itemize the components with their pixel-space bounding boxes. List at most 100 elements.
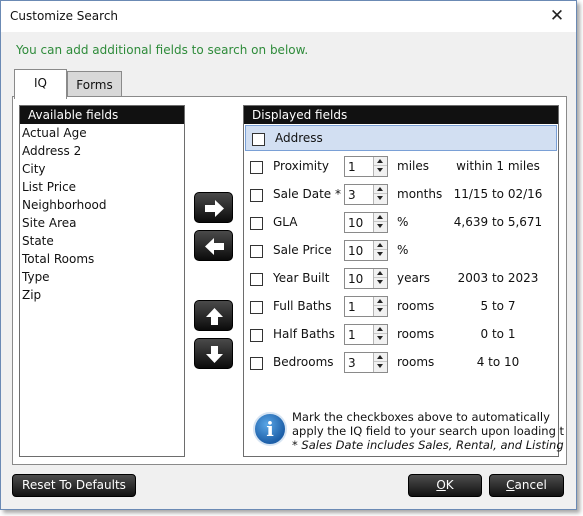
field-value-spinner[interactable]: 3 bbox=[344, 184, 388, 205]
displayed-field-row[interactable]: Address bbox=[245, 125, 557, 151]
displayed-field-row[interactable]: Half Baths 1 rooms 0 to 1 bbox=[244, 322, 558, 348]
spinner-up-icon[interactable] bbox=[374, 325, 387, 334]
left-arrow-icon bbox=[205, 238, 224, 255]
spinner-value[interactable]: 10 bbox=[348, 216, 363, 230]
available-field-item[interactable]: Type bbox=[20, 268, 184, 286]
add-field-button[interactable] bbox=[194, 192, 233, 223]
field-checkbox[interactable] bbox=[250, 357, 263, 370]
spinner-down-icon[interactable] bbox=[374, 222, 387, 231]
field-range: 4,639 to 5,671 bbox=[453, 215, 543, 229]
available-field-item[interactable]: Zip bbox=[20, 286, 184, 304]
field-checkbox[interactable] bbox=[250, 245, 263, 258]
reset-to-defaults-button[interactable]: Reset To Defaults bbox=[12, 474, 136, 497]
spinner-value[interactable]: 3 bbox=[348, 356, 356, 370]
iq-tab-panel: Available fields Actual Age Address 2 City… bbox=[12, 96, 567, 465]
spinner-value[interactable]: 1 bbox=[348, 160, 356, 174]
available-field-item[interactable]: Actual Age bbox=[20, 124, 184, 142]
available-field-item[interactable]: State bbox=[20, 232, 184, 250]
spinner-value[interactable]: 3 bbox=[348, 188, 356, 202]
spinner-down-icon[interactable] bbox=[374, 306, 387, 315]
field-range: within 1 miles bbox=[456, 159, 540, 173]
move-down-button[interactable] bbox=[194, 338, 233, 369]
spinner-buttons bbox=[373, 353, 387, 372]
move-up-button[interactable] bbox=[194, 300, 233, 331]
cancel-label-rest: ancel bbox=[514, 478, 547, 492]
available-field-item[interactable]: Address 2 bbox=[20, 142, 184, 160]
spinner-up-icon[interactable] bbox=[374, 157, 387, 166]
field-value-spinner[interactable]: 1 bbox=[344, 156, 388, 177]
spinner-value[interactable]: 10 bbox=[348, 244, 363, 258]
spinner-down-icon[interactable] bbox=[374, 166, 387, 175]
spinner-up-icon[interactable] bbox=[374, 185, 387, 194]
field-value-spinner[interactable]: 10 bbox=[344, 268, 388, 289]
field-name: Proximity bbox=[273, 159, 329, 173]
title-bar: Customize Search ✕ bbox=[1, 1, 576, 32]
tab-iq[interactable]: IQ bbox=[14, 69, 67, 99]
available-field-item[interactable]: Neighborhood bbox=[20, 196, 184, 214]
displayed-fields-list: Displayed fields Address Proximity 1 miles w… bbox=[243, 105, 564, 457]
spinner-down-icon[interactable] bbox=[374, 250, 387, 259]
field-range: 0 to 1 bbox=[480, 327, 516, 341]
field-name: Year Built bbox=[273, 271, 330, 285]
spinner-buttons bbox=[373, 185, 387, 204]
field-name: Sale Price bbox=[273, 243, 332, 257]
spinner-up-icon[interactable] bbox=[374, 269, 387, 278]
customize-search-dialog: Customize Search ✕ You can add additiona… bbox=[0, 0, 577, 510]
spinner-buttons bbox=[373, 269, 387, 288]
displayed-field-row[interactable]: Sale Price 10% bbox=[244, 238, 558, 264]
spinner-up-icon[interactable] bbox=[374, 297, 387, 306]
remove-field-button[interactable] bbox=[194, 230, 233, 261]
spinner-down-icon[interactable] bbox=[374, 334, 387, 343]
right-arrow-icon bbox=[205, 200, 224, 217]
ok-button[interactable]: OK bbox=[408, 474, 482, 497]
available-field-item[interactable]: Total Rooms bbox=[20, 250, 184, 268]
displayed-field-row[interactable]: Year Built 10 years 2003 to 2023 bbox=[244, 266, 558, 292]
spinner-down-icon[interactable] bbox=[374, 278, 387, 287]
field-unit: % bbox=[397, 243, 409, 257]
field-range: 2003 to 2023 bbox=[457, 271, 539, 285]
field-value-spinner[interactable]: 10 bbox=[344, 212, 388, 233]
spinner-value[interactable]: 1 bbox=[348, 328, 356, 342]
spinner-up-icon[interactable] bbox=[374, 213, 387, 222]
field-name: Full Baths bbox=[273, 299, 332, 313]
field-checkbox[interactable] bbox=[250, 301, 263, 314]
field-unit: rooms bbox=[397, 327, 435, 341]
field-value-spinner[interactable]: 1 bbox=[344, 296, 388, 317]
field-value-spinner[interactable]: 1 bbox=[344, 324, 388, 345]
displayed-field-row[interactable]: GLA 10% 4,639 to 5,671 bbox=[244, 210, 558, 236]
field-name: Sale Date * bbox=[273, 187, 341, 201]
tab-forms[interactable]: Forms bbox=[67, 71, 122, 97]
field-value-spinner[interactable]: 10 bbox=[344, 240, 388, 261]
displayed-field-row[interactable]: Sale Date * 3 months 11/15 to 02/16 bbox=[244, 182, 558, 208]
displayed-field-row[interactable]: Full Baths 1 rooms 5 to 7 bbox=[244, 294, 558, 320]
spinner-buttons bbox=[373, 157, 387, 176]
spinner-buttons bbox=[373, 297, 387, 316]
close-icon[interactable]: ✕ bbox=[544, 3, 570, 29]
field-checkbox[interactable] bbox=[250, 273, 263, 286]
field-unit: years bbox=[397, 271, 431, 285]
field-value-spinner[interactable]: 3 bbox=[344, 352, 388, 373]
spinner-down-icon[interactable] bbox=[374, 362, 387, 371]
displayed-field-row[interactable]: Proximity 1 miles within 1 miles bbox=[244, 154, 558, 180]
spinner-buttons bbox=[373, 213, 387, 232]
field-checkbox[interactable] bbox=[250, 329, 263, 342]
spinner-up-icon[interactable] bbox=[374, 353, 387, 362]
spinner-down-icon[interactable] bbox=[374, 194, 387, 203]
spinner-value[interactable]: 1 bbox=[348, 300, 356, 314]
field-checkbox[interactable] bbox=[250, 161, 263, 174]
spinner-buttons bbox=[373, 325, 387, 344]
spinner-value[interactable]: 10 bbox=[348, 272, 363, 286]
available-field-item[interactable]: City bbox=[20, 160, 184, 178]
available-field-item[interactable]: List Price bbox=[20, 178, 184, 196]
displayed-fields-header: Displayed fields bbox=[244, 106, 558, 124]
available-fields-header: Available fields bbox=[20, 106, 184, 124]
available-field-item[interactable]: Site Area bbox=[20, 214, 184, 232]
available-fields-list[interactable]: Available fields Actual Age Address 2 City… bbox=[19, 105, 185, 457]
info-note-line-2: apply the IQ field to your search upon l… bbox=[292, 424, 565, 438]
field-checkbox[interactable] bbox=[250, 189, 263, 202]
spinner-up-icon[interactable] bbox=[374, 241, 387, 250]
displayed-field-row[interactable]: Bedrooms 3 rooms 4 to 10 bbox=[244, 350, 558, 376]
cancel-button[interactable]: Cancel bbox=[489, 474, 564, 497]
field-checkbox[interactable] bbox=[252, 133, 265, 146]
field-checkbox[interactable] bbox=[250, 217, 263, 230]
